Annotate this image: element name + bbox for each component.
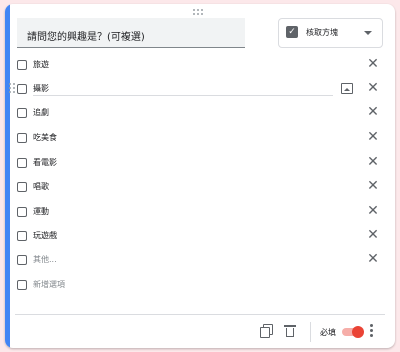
option-row-editing: 攝影 ✕ xyxy=(5,78,395,102)
option-row: 唱歌 ✕ xyxy=(5,176,395,200)
other-option-label[interactable]: 其他... xyxy=(33,254,57,265)
question-type-label: 核取方塊 xyxy=(306,28,338,37)
question-title-input[interactable]: 請問您的興趣是？(可複選) xyxy=(17,18,245,48)
checkbox-icon xyxy=(17,60,27,70)
option-row-other: 其他... ✕ xyxy=(5,249,395,273)
more-vert-icon[interactable] xyxy=(369,324,373,338)
option-row: 追劇 ✕ xyxy=(5,102,395,126)
checkbox-icon xyxy=(17,207,27,217)
option-drag-handle-icon[interactable] xyxy=(9,83,15,93)
close-icon[interactable]: ✕ xyxy=(365,78,381,98)
question-type-dropdown[interactable]: ✓ 核取方塊 xyxy=(278,18,383,48)
checkbox-icon xyxy=(17,108,27,118)
checkbox-icon xyxy=(17,84,27,94)
checkbox-icon xyxy=(17,133,27,143)
close-icon[interactable]: ✕ xyxy=(365,54,381,74)
image-icon[interactable] xyxy=(341,83,353,94)
option-label[interactable]: 運動 xyxy=(33,206,49,217)
close-icon[interactable]: ✕ xyxy=(365,127,381,147)
option-label[interactable]: 旅遊 xyxy=(33,59,49,70)
checkbox-icon xyxy=(17,231,27,241)
question-card[interactable]: 請問您的興趣是？(可複選) ✓ 核取方塊 旅遊 ✕ 攝影 ✕ 追劇 ✕ 吃美食 … xyxy=(5,4,395,348)
option-label[interactable]: 玩遊戲 xyxy=(33,230,57,241)
checkbox-icon xyxy=(17,280,27,290)
trash-icon[interactable] xyxy=(284,324,296,338)
option-label[interactable]: 看電影 xyxy=(33,157,57,168)
question-footer: 必填 xyxy=(5,316,395,348)
close-icon[interactable]: ✕ xyxy=(365,176,381,196)
close-icon[interactable]: ✕ xyxy=(365,225,381,245)
checkbox-icon xyxy=(17,158,27,168)
option-row: 玩遊戲 ✕ xyxy=(5,225,395,249)
check-box-icon: ✓ xyxy=(286,26,298,38)
footer-divider xyxy=(15,314,385,315)
option-row: 吃美食 ✕ xyxy=(5,127,395,151)
required-toggle[interactable] xyxy=(342,325,364,339)
add-option-row: 新增選項 xyxy=(5,274,395,298)
checkbox-icon xyxy=(17,255,27,265)
option-label[interactable]: 追劇 xyxy=(33,107,49,118)
close-icon[interactable]: ✕ xyxy=(365,152,381,172)
option-row: 看電影 ✕ xyxy=(5,152,395,176)
copy-icon[interactable] xyxy=(260,324,274,338)
close-icon[interactable]: ✕ xyxy=(365,201,381,221)
question-title-text: 請問您的興趣是？(可複選) xyxy=(27,32,145,43)
option-input[interactable]: 攝影 xyxy=(33,83,49,94)
option-row: 運動 ✕ xyxy=(5,201,395,225)
footer-separator xyxy=(310,322,311,342)
close-icon[interactable]: ✕ xyxy=(365,249,381,269)
close-icon[interactable]: ✕ xyxy=(365,102,381,122)
option-row: 旅遊 ✕ xyxy=(5,54,395,78)
option-label[interactable]: 吃美食 xyxy=(33,132,57,143)
arrow-drop-down-icon xyxy=(364,31,372,35)
option-label[interactable]: 唱歌 xyxy=(33,181,49,192)
card-drag-handle-icon[interactable] xyxy=(193,9,205,17)
checkbox-icon xyxy=(17,182,27,192)
option-input-underline xyxy=(33,95,333,96)
add-option-button[interactable]: 新增選項 xyxy=(33,279,65,290)
required-label: 必填 xyxy=(320,328,336,337)
